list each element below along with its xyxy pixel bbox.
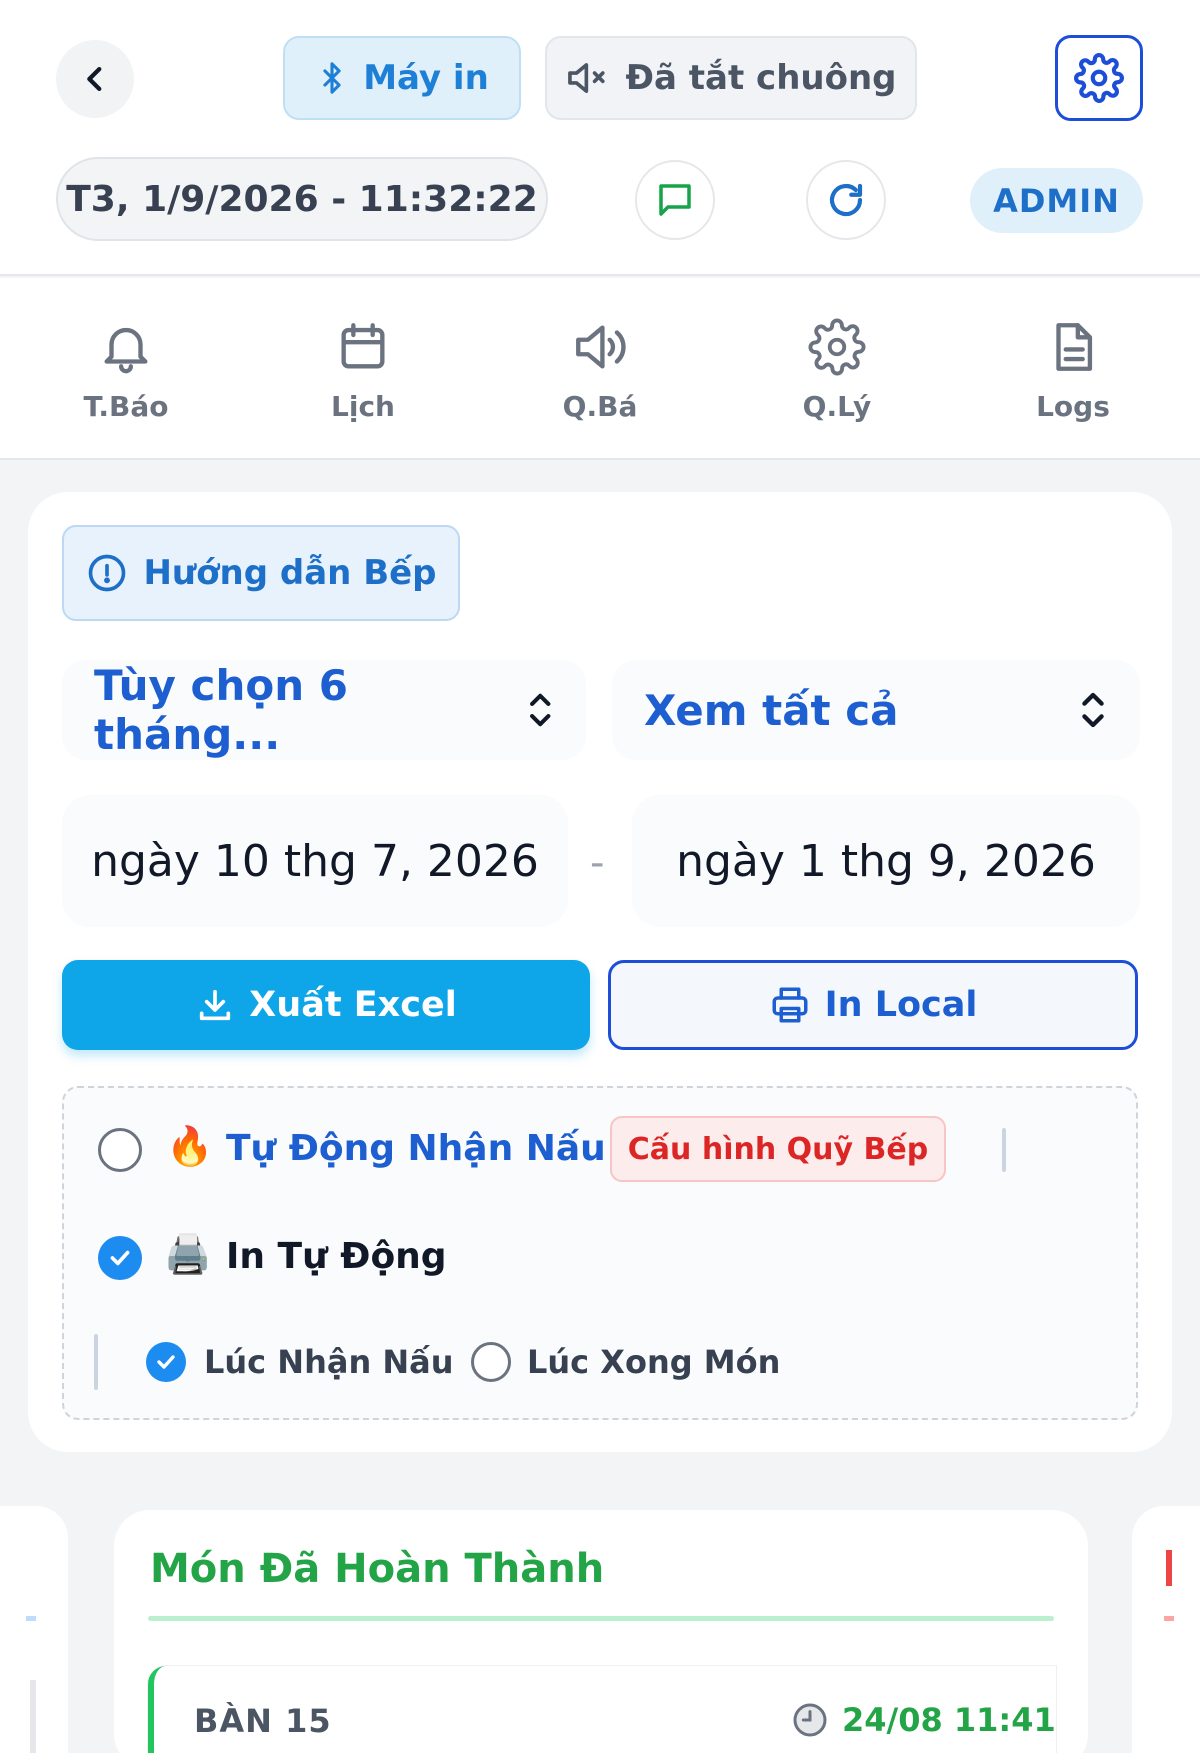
export-excel-label: Xuất Excel: [249, 985, 457, 1025]
settings-button[interactable]: [1055, 35, 1143, 121]
table-name: BÀN 15: [194, 1702, 332, 1740]
mute-label: Đã tắt chuông: [625, 58, 897, 98]
refresh-button[interactable]: [806, 160, 886, 240]
bluetooth-icon: [323, 62, 341, 94]
chevron-updown-icon: [1082, 692, 1104, 728]
check-icon: [157, 1355, 175, 1369]
speaker-muted-icon: [568, 63, 606, 93]
print-on-accept-radio[interactable]: [146, 1342, 186, 1382]
nav-label: Lịch: [331, 390, 395, 423]
nav-item-manage[interactable]: Q.Lý: [757, 318, 917, 423]
document-icon: [1056, 323, 1093, 371]
divider: [1002, 1128, 1006, 1172]
chevron-updown-icon: [529, 693, 550, 727]
nav-label: Q.Bá: [562, 390, 638, 423]
date-from-picker[interactable]: ngày 10 thg 7, 2026: [62, 795, 568, 927]
calendar-icon: [341, 323, 385, 369]
print-on-done-radio[interactable]: [471, 1342, 511, 1382]
check-icon: [110, 1250, 130, 1266]
next-column-underline: [1164, 1616, 1174, 1621]
previous-column-strip: [30, 1680, 36, 1753]
gear-icon: [1074, 53, 1124, 103]
back-button[interactable]: [56, 40, 134, 118]
printer-button[interactable]: Máy in: [283, 36, 521, 120]
nav-label: Logs: [1036, 390, 1110, 423]
view-select[interactable]: Xem tất cả: [612, 660, 1140, 760]
date-to-picker[interactable]: ngày 1 thg 9, 2026: [632, 795, 1140, 927]
printer-label: Máy in: [363, 58, 489, 98]
nav-item-logs[interactable]: Logs: [993, 318, 1153, 423]
nav-item-calendar[interactable]: Lịch: [283, 318, 443, 423]
chat-icon: [659, 184, 691, 216]
date-separator: -: [590, 840, 605, 886]
chat-button[interactable]: [635, 160, 715, 240]
bell-icon: [104, 327, 148, 374]
view-select-value: Xem tất cả: [644, 685, 899, 735]
printer-icon: [772, 987, 808, 1023]
order-time-value: 24/08 11:41: [842, 1701, 1056, 1739]
nav-item-notifications[interactable]: T.Báo: [46, 318, 206, 423]
chevron-left-icon: [87, 66, 102, 92]
auto-print-checkbox[interactable]: [98, 1236, 142, 1280]
next-column-card: [1132, 1506, 1200, 1753]
print-on-done-label: Lúc Xong Món: [527, 1343, 781, 1381]
guide-label: Hướng dẫn Bếp: [143, 553, 437, 593]
download-icon: [200, 989, 231, 1021]
next-column-title-mark: [1166, 1550, 1172, 1586]
auto-cook-checkbox[interactable]: [98, 1128, 142, 1172]
mute-bell-button[interactable]: Đã tắt chuông: [545, 36, 917, 120]
completed-title: Món Đã Hoàn Thành: [150, 1546, 605, 1592]
printer-emoji-icon: 🖨️: [164, 1232, 212, 1276]
current-datetime: T3, 1/9/2026 - 11:32:22: [56, 157, 548, 241]
gear-icon: [808, 318, 866, 376]
refresh-icon: [829, 183, 863, 217]
clock-icon: [793, 1703, 827, 1737]
nav-label: T.Báo: [83, 390, 169, 423]
indent-bar: [94, 1334, 98, 1390]
kitchen-fund-config-button[interactable]: Cấu hình Quỹ Bếp: [610, 1116, 946, 1182]
export-excel-button[interactable]: Xuất Excel: [62, 960, 590, 1050]
auto-cook-label: Tự Động Nhận Nấu: [226, 1128, 606, 1169]
range-select[interactable]: Tùy chọn 6 tháng...: [62, 660, 586, 760]
kitchen-guide-button[interactable]: Hướng dẫn Bếp: [62, 525, 460, 621]
completed-title-underline: [148, 1616, 1054, 1621]
previous-column-underline: [26, 1616, 36, 1621]
info-icon: [89, 554, 126, 592]
range-select-value: Tùy chọn 6 tháng...: [94, 661, 348, 759]
print-local-label: In Local: [824, 985, 978, 1025]
print-local-button[interactable]: In Local: [608, 960, 1138, 1050]
nav-label: Q.Lý: [802, 390, 872, 423]
role-badge: ADMIN: [970, 168, 1143, 233]
speaker-icon: [576, 325, 626, 369]
fire-icon: 🔥: [166, 1124, 214, 1168]
nav-item-broadcast[interactable]: Q.Bá: [520, 318, 680, 423]
auto-print-label: In Tự Động: [226, 1236, 447, 1277]
print-on-accept-label: Lúc Nhận Nấu: [204, 1343, 454, 1381]
order-time: 24/08 11:41: [790, 1700, 1056, 1740]
